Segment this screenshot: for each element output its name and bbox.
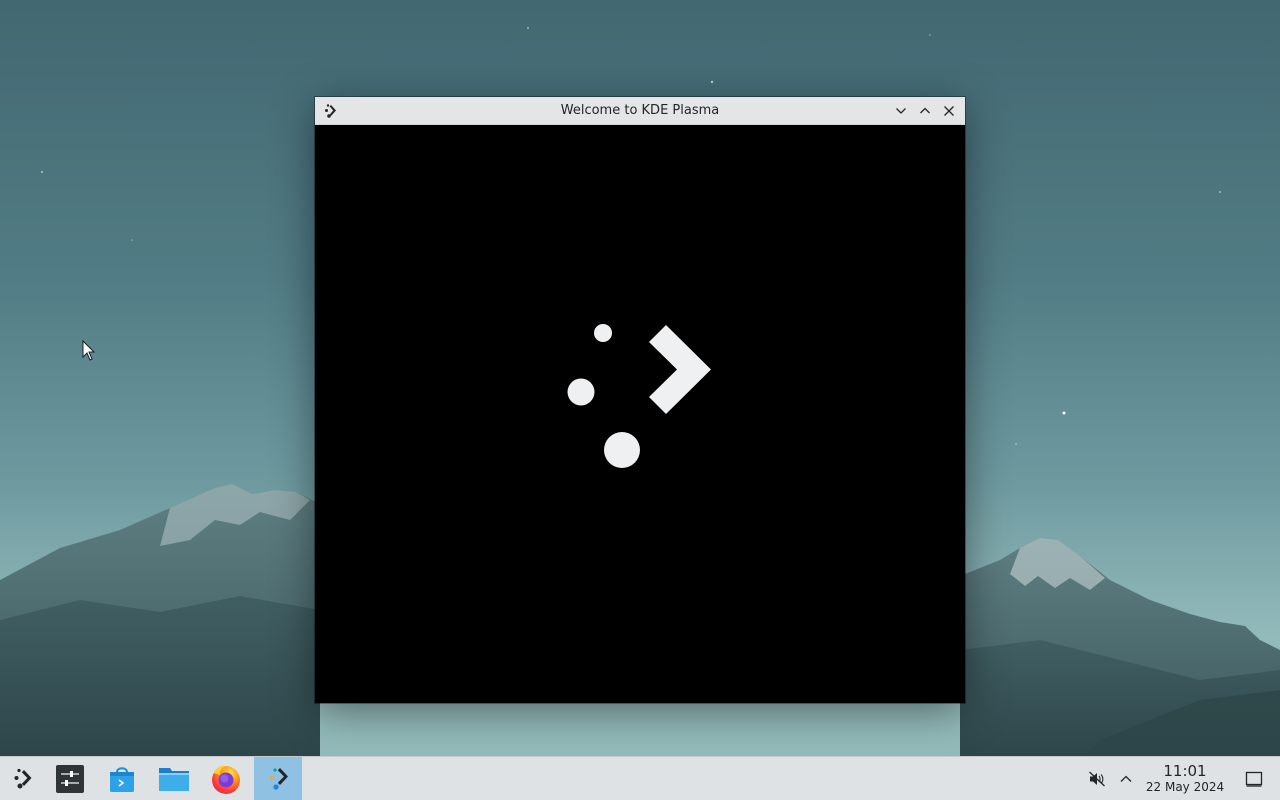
desktop: Welcome to KDE Plasma 11:01 22 May 2024 bbox=[0, 0, 1280, 800]
firefox-icon bbox=[212, 765, 240, 794]
dolphin-file-manager-task[interactable] bbox=[150, 757, 198, 800]
kde-plasma-icon bbox=[270, 768, 288, 790]
kde-plasma-icon[interactable] bbox=[321, 102, 339, 120]
kde-launcher-icon bbox=[14, 768, 32, 789]
maximize-icon bbox=[920, 107, 930, 114]
system-settings-task[interactable] bbox=[46, 757, 94, 800]
folder-icon bbox=[159, 768, 189, 791]
discover-task[interactable] bbox=[98, 757, 146, 800]
welcome-center-task[interactable] bbox=[254, 757, 302, 800]
minimize-icon bbox=[896, 108, 906, 114]
volume-muted-icon bbox=[1089, 771, 1105, 787]
close-icon bbox=[944, 106, 954, 116]
volume-button[interactable] bbox=[1087, 769, 1107, 789]
clock-time: 11:01 bbox=[1163, 762, 1207, 780]
application-launcher-button[interactable] bbox=[0, 757, 46, 800]
kde-plasma-logo-icon bbox=[567, 324, 711, 468]
chevron-up-icon bbox=[1120, 775, 1132, 782]
window-title: Welcome to KDE Plasma bbox=[560, 103, 720, 118]
taskbar: 11:01 22 May 2024 bbox=[0, 756, 1280, 800]
minimize-button[interactable] bbox=[892, 102, 910, 120]
discover-bag-icon bbox=[110, 767, 134, 792]
show-desktop-icon[interactable] bbox=[1244, 769, 1264, 789]
welcome-window[interactable]: Welcome to KDE Plasma bbox=[315, 97, 965, 703]
maximize-button[interactable] bbox=[916, 102, 934, 120]
window-content bbox=[315, 125, 965, 703]
mouse-cursor-icon bbox=[82, 340, 96, 361]
digital-clock[interactable]: 11:01 22 May 2024 bbox=[1142, 763, 1228, 795]
clock-date: 22 May 2024 bbox=[1145, 780, 1225, 794]
window-titlebar[interactable]: Welcome to KDE Plasma bbox=[315, 97, 965, 125]
settings-sliders-icon bbox=[56, 765, 84, 793]
close-button[interactable] bbox=[940, 102, 958, 120]
system-tray-expand-button[interactable] bbox=[1116, 769, 1136, 789]
firefox-task[interactable] bbox=[202, 757, 250, 800]
